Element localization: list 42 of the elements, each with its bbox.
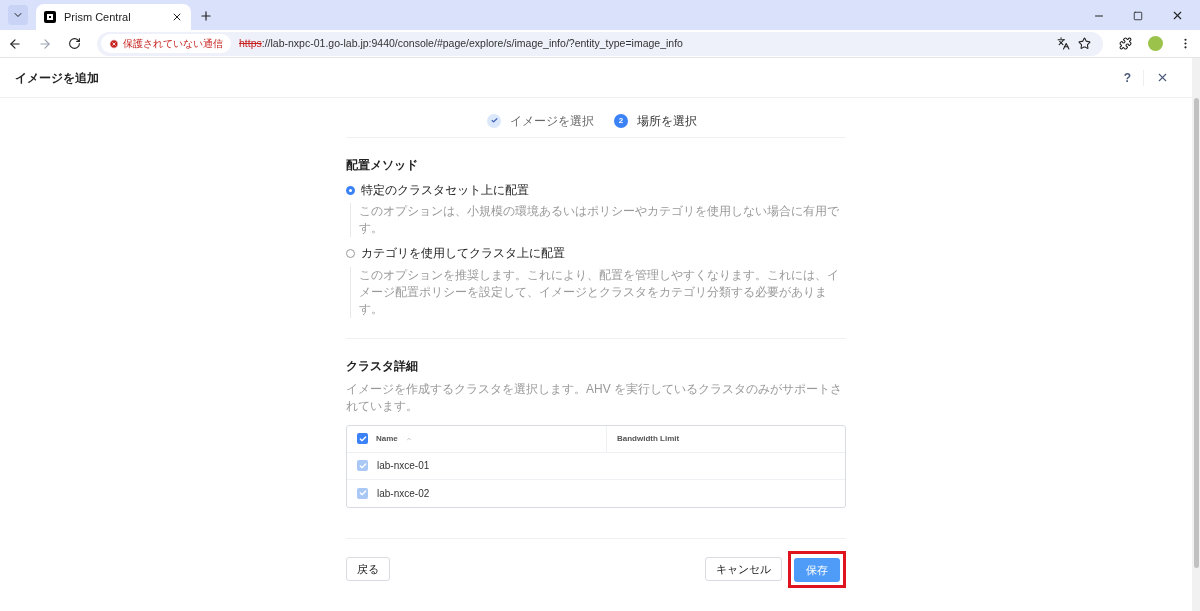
section-description: イメージを作成するクラスタを選択します。AHV を実行しているクラスタのみがサポートされています。 xyxy=(346,380,843,415)
forward-icon[interactable] xyxy=(38,36,52,51)
cancel-button[interactable]: キャンセル xyxy=(705,557,782,582)
translate-icon[interactable] xyxy=(1057,37,1070,50)
scrollbar[interactable] xyxy=(1192,58,1200,611)
column-header: Bandwidth Limit xyxy=(617,432,680,445)
dialog-title: イメージを追加 xyxy=(15,69,100,87)
address-bar[interactable]: 保護されていない通信 https://lab-nxpc-01.go-lab.jp:9440/console/#page/explore/s/image_info/?entity_type=image_info xyxy=(97,31,1103,56)
back-button[interactable]: 戻る xyxy=(346,557,390,582)
extensions-icon[interactable] xyxy=(1119,37,1132,50)
step-label: イメージを選択 xyxy=(510,112,594,130)
close-tab-icon[interactable] xyxy=(171,11,183,23)
tab-title: Prism Central xyxy=(64,9,132,25)
cluster-name-cell-text: lab-nxce-01 xyxy=(377,459,430,473)
radio-option[interactable]: 特定のクラスタセット上に配置 xyxy=(346,182,846,200)
warning-icon xyxy=(109,38,119,49)
help-button[interactable]: ? xyxy=(1115,68,1139,87)
step-label: 場所を選択 xyxy=(637,112,697,130)
back-icon[interactable] xyxy=(8,36,22,51)
checkbox[interactable] xyxy=(357,433,368,444)
section-heading: クラスタ詳細 xyxy=(346,357,419,375)
bookmark-star-icon[interactable] xyxy=(1078,37,1091,50)
tab-list-button[interactable] xyxy=(8,5,28,25)
security-chip[interactable]: 保護されていない通信 xyxy=(101,34,231,53)
new-tab-icon[interactable] xyxy=(199,9,213,23)
section-heading: 配置メソッド xyxy=(346,157,419,174)
checkbox[interactable] xyxy=(357,460,368,471)
maximize-icon[interactable] xyxy=(1133,10,1143,21)
browser-tab[interactable]: Prism Central xyxy=(36,4,191,30)
close-window-icon[interactable] xyxy=(1171,9,1184,22)
radio-option[interactable]: カテゴリを使用してクラスタ上に配置 xyxy=(346,245,846,263)
url-text: https://lab-nxpc-01.go-lab.jp:9440/console/#page/explore/s/image_info/?entity_type=image_info xyxy=(239,35,683,51)
close-icon xyxy=(1156,71,1169,84)
step-number: 2 xyxy=(614,113,628,128)
checkbox[interactable] xyxy=(357,487,368,499)
column-header[interactable]: Name xyxy=(376,432,398,445)
security-label: 保護されていない通信 xyxy=(123,37,223,51)
option-description: このオプションは、小規模の環境あるいはポリシーやカテゴリを使用しない場合に有用です。 xyxy=(350,203,846,238)
cluster-name-cell-text: lab-nxce-02 xyxy=(377,486,430,501)
reload-icon[interactable] xyxy=(68,37,81,50)
option-description: このオプションを推奨します。これにより、配置を管理しやすくなります。これには、イメージ配置ポリシーを設定して、イメージとクラスタをカテゴリ分類する必要があります。 xyxy=(350,266,846,318)
app-logo-icon xyxy=(44,11,56,23)
